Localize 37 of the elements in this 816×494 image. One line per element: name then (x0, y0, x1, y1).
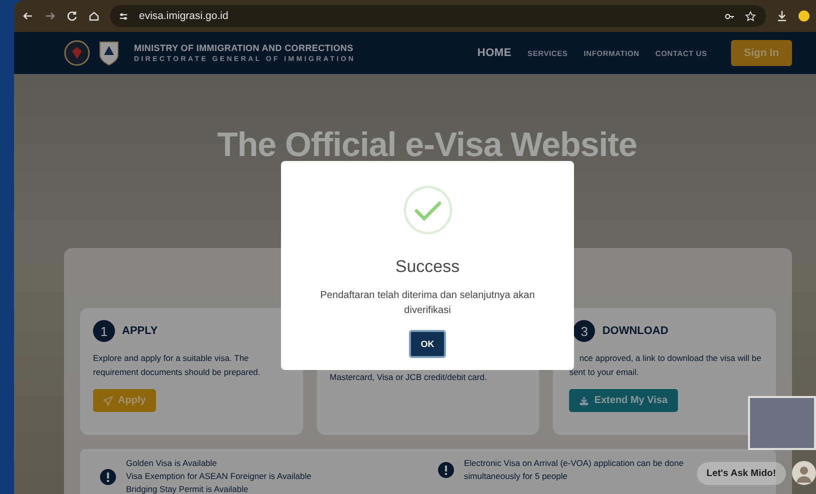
notice-text: Visa Exemption for ASEAN Foreigner is Available (126, 470, 312, 484)
chat-label[interactable]: Let's Ask Mido! (696, 462, 786, 484)
notice-text: Bridging Stay Permit is Available (126, 483, 250, 494)
step-description: Mastercard, Visa or JCB credit/debit card. (330, 371, 488, 384)
ministry-name: MINISTRY OF IMMIGRATION AND CORRECTIONS (134, 43, 354, 53)
step-description: nce approved, a link to download the visa will be sent to your email. (569, 352, 762, 379)
url-text: evisa.imigrasi.go.id (139, 10, 228, 22)
alert-icon (100, 468, 116, 485)
step-title: APPLY (122, 325, 158, 337)
star-icon[interactable] (745, 10, 756, 22)
step-button[interactable]: Extend My Visa (569, 389, 678, 412)
send-icon (103, 396, 113, 406)
step-description: Explore and apply for a suitable visa. The requirement documents should be prepared. (93, 352, 262, 379)
home-icon[interactable] (88, 10, 100, 22)
notice-text: Golden Visa is Available (126, 457, 218, 470)
hero-title: The Official e-Visa Website (217, 126, 637, 165)
dialog-message: Pendaftaran telah diterima dan selanjutnya akan diverifikasi (319, 289, 536, 318)
ok-button[interactable]: OK (408, 330, 446, 358)
alert-icon (438, 462, 454, 478)
step-title: DOWNLOAD (602, 325, 668, 337)
download-icon (579, 396, 590, 406)
nav-link[interactable]: HOME (477, 47, 512, 59)
avatar-icon[interactable] (792, 458, 816, 488)
address-bar[interactable]: evisa.imigrasi.go.id (110, 5, 766, 27)
checkmark-icon (402, 185, 452, 235)
back-icon[interactable] (22, 10, 34, 22)
reload-icon[interactable] (66, 10, 78, 22)
step-number: 1 (93, 320, 115, 342)
screenshot-thumbnail[interactable] (748, 396, 816, 450)
notice-text: Electronic Visa on Arrival (e-VOA) application can be done simultaneously for 5 people (464, 457, 685, 484)
download-icon[interactable] (776, 10, 788, 22)
forward-icon[interactable] (44, 10, 56, 22)
profile-avatar-icon[interactable] (798, 10, 810, 22)
dialog-title: Success (395, 257, 460, 277)
step-number: 3 (573, 320, 596, 342)
site-settings-icon[interactable] (118, 10, 129, 22)
emblem-icon (64, 40, 90, 66)
